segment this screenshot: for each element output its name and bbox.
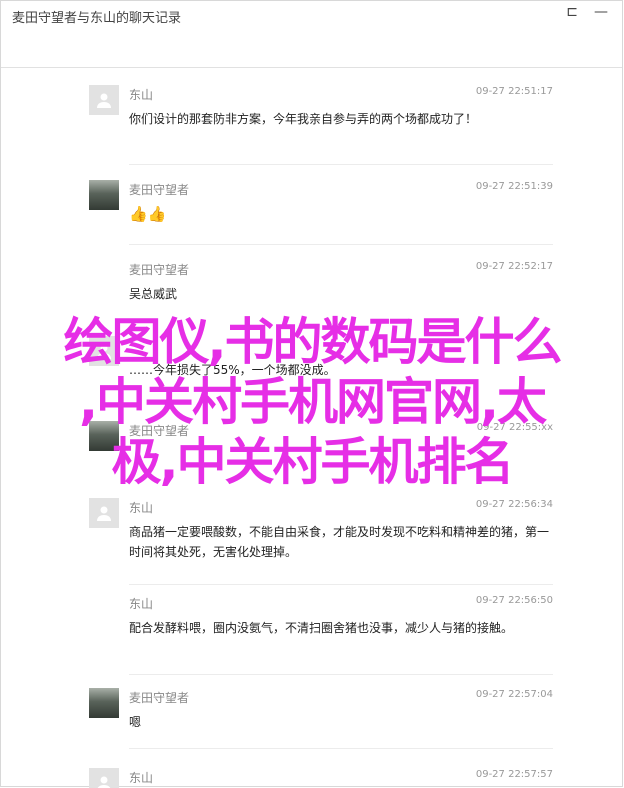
message-divider	[129, 584, 553, 585]
message-text: ……今年损失了55%，一个场都没成。	[129, 363, 336, 377]
message-text: 吴总威武	[129, 287, 178, 301]
message-time: 09-27 22:57:04	[475, 689, 553, 700]
chat-history-window: 麦田守望者与东山的聊天记录 ⊏ — 东山 09-27 22:51:17 你们设计…	[0, 0, 623, 788]
default-avatar-icon	[97, 506, 111, 521]
default-avatar-icon	[97, 93, 111, 108]
thumbs-up-icon: 👍	[129, 205, 148, 223]
message-text: 配合发酵料喂，圈内没氨气，不清扫圈舍猪也没事，减少人与猪的接触。	[129, 621, 514, 635]
default-avatar-icon	[97, 776, 111, 788]
message-item: 东山 09-27 22:56:50 配合发酵料喂，圈内没氨气，不清扫圈舍猪也没事…	[89, 594, 553, 680]
default-avatar-icon	[97, 344, 111, 359]
message-time: 09-27 22:51:39	[475, 181, 553, 192]
thumbs-up-icon: 👍	[147, 205, 167, 223]
message-time: 09-27 22:56:50	[475, 595, 553, 606]
message-time: 09-27 22:56:34	[475, 499, 553, 510]
avatar[interactable]	[89, 688, 119, 718]
window-title: 麦田守望者与东山的聊天记录	[12, 11, 182, 26]
window-controls: ⊏ —	[566, 5, 608, 19]
restore-icon[interactable]: ⊏	[566, 5, 578, 19]
avatar[interactable]	[89, 498, 119, 528]
sender-name: 麦田守望者	[129, 263, 190, 277]
message-text: 你们设计的那套防非方案，今年我亲自参与弄的两个场都成功了！	[129, 112, 478, 126]
avatar[interactable]	[89, 336, 119, 366]
sender-name: 东山	[129, 501, 154, 515]
message-text: 商品猪一定要喂酸数，不能自由采食，才能及时发现不吃料和精神差的猪，第一时间将其处…	[129, 525, 550, 559]
sender-name: 东山	[129, 597, 154, 611]
minimize-icon[interactable]: —	[594, 5, 608, 19]
message-divider	[129, 674, 553, 675]
message-item: 东山 09-27 22:51:17 你们设计的那套防非方案，今年我亲自参与弄的两…	[89, 85, 553, 165]
message-divider	[129, 244, 553, 245]
message-time: 09-27 22:51:17	[475, 86, 553, 97]
message-item: 麦田守望者 09-27 22:51:39 👍👍	[89, 180, 553, 245]
sender-name: 东山	[129, 771, 154, 785]
message-text: 👍👍	[129, 204, 549, 225]
sender-name: 麦田守望者	[129, 691, 190, 705]
avatar[interactable]	[89, 180, 119, 210]
message-time: 09-27 22:57:57	[475, 769, 553, 780]
message-item: 东山 09-27 22:57:57	[89, 768, 553, 788]
message-list[interactable]: 东山 09-27 22:51:17 你们设计的那套防非方案，今年我亲自参与弄的两…	[1, 68, 622, 788]
message-item: 东山 09-27 22:56:34 商品猪一定要喂酸数，不能自由采食，才能及时发…	[89, 498, 553, 585]
avatar[interactable]	[89, 768, 119, 788]
message-text: 嗯	[129, 715, 142, 729]
message-time: 09-27 22:55:xx	[476, 422, 553, 433]
message-time: 09-27 22:52:17	[475, 261, 553, 272]
title-bar: 麦田守望者与东山的聊天记录 ⊏ —	[1, 1, 622, 34]
message-item: 麦田守望者 09-27 22:55:xx	[89, 421, 553, 481]
sender-name: 东山	[129, 88, 154, 102]
message-item: 麦田守望者 09-27 22:57:04 嗯	[89, 688, 553, 749]
avatar[interactable]	[89, 85, 119, 115]
avatar[interactable]	[89, 421, 119, 451]
message-item: 麦田守望者 09-27 22:52:17 吴总威武	[89, 260, 553, 320]
message-item: ……今年损失了55%，一个场都没成。	[89, 336, 553, 396]
sender-name: 麦田守望者	[129, 424, 190, 438]
message-divider	[129, 748, 553, 749]
message-divider	[129, 164, 553, 165]
sender-name: 麦田守望者	[129, 183, 190, 197]
